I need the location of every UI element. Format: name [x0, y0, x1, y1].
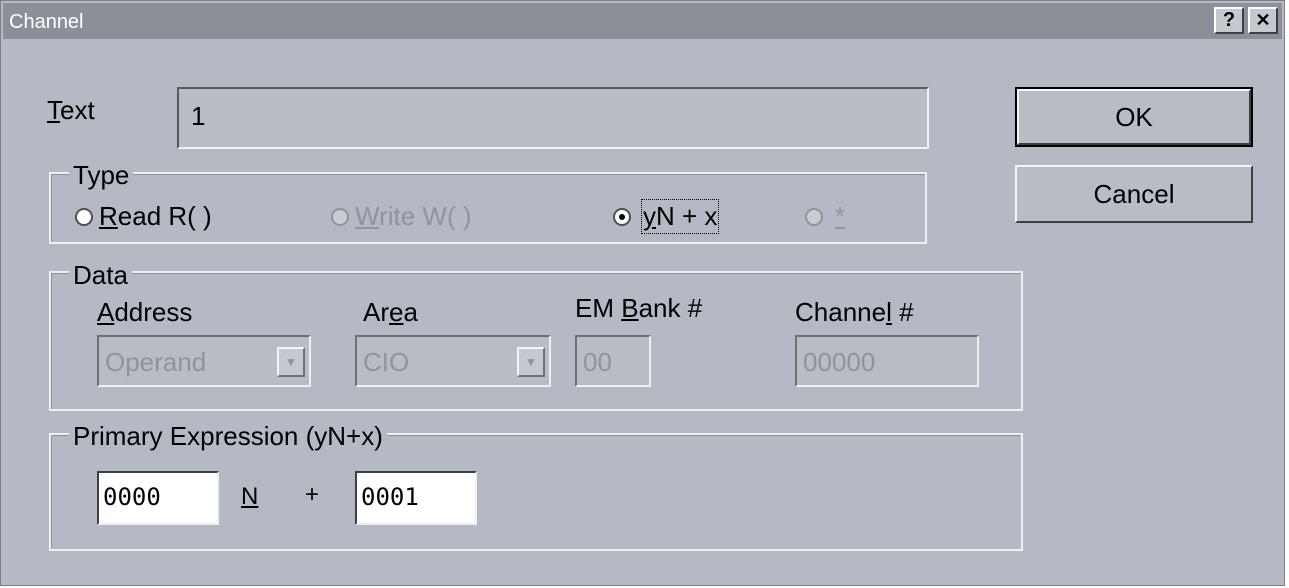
area-combo[interactable]: CIO ▼ [355, 335, 551, 387]
radio-write[interactable] [331, 208, 349, 226]
em-bank-field[interactable]: 00 [575, 335, 651, 387]
x-value-input[interactable]: 0001 [355, 471, 477, 525]
channel-dialog: Channel ? ✕ Text 1 OK Cancel Type Read R… [0, 0, 1285, 586]
title-bar[interactable]: Channel ? ✕ [3, 3, 1282, 39]
help-button[interactable]: ? [1214, 7, 1244, 34]
address-label: Address [97, 297, 193, 327]
text-label: Text [47, 95, 95, 126]
y-value-input[interactable]: 0000 [97, 471, 219, 525]
text-label-rest: ext [60, 95, 95, 125]
cancel-button[interactable]: Cancel [1015, 165, 1253, 223]
em-bank-label: EM Bank # [575, 293, 703, 323]
text-input[interactable]: 1 [177, 87, 929, 149]
address-value: Operand [105, 347, 207, 377]
channel-number-value: 00000 [803, 347, 876, 377]
radio-yn-plus-x-label[interactable]: yN + x [640, 199, 720, 234]
radio-yn-plus-x[interactable] [613, 208, 631, 226]
n-label: N [241, 483, 259, 510]
channel-number-field[interactable]: 00000 [795, 335, 979, 387]
radio-read-label[interactable]: Read R( ) [99, 201, 212, 232]
data-group-title: Data [69, 262, 132, 288]
dropdown-arrow-icon[interactable]: ▼ [277, 347, 305, 377]
close-button[interactable]: ✕ [1248, 7, 1278, 34]
ok-button[interactable]: OK [1015, 87, 1253, 147]
radio-wildcard-label[interactable]: * [835, 201, 845, 232]
em-bank-value: 00 [583, 347, 612, 377]
area-value: CIO [363, 347, 410, 377]
radio-wildcard[interactable] [805, 208, 823, 226]
type-group-title: Type [69, 162, 134, 188]
radio-write-label[interactable]: Write W( ) [355, 201, 472, 232]
address-combo[interactable]: Operand ▼ [97, 335, 311, 387]
radio-selected-dot [619, 214, 625, 220]
primary-expression-title: Primary Expression (yN+x) [69, 423, 387, 449]
plus-sign: + [305, 481, 320, 508]
window-title: Channel [9, 11, 84, 33]
radio-read[interactable] [75, 208, 93, 226]
channel-number-label: Channel # [795, 297, 914, 327]
dropdown-arrow-icon[interactable]: ▼ [517, 347, 545, 377]
text-label-mnemonic: T [47, 95, 60, 125]
area-label: Area [363, 297, 418, 327]
